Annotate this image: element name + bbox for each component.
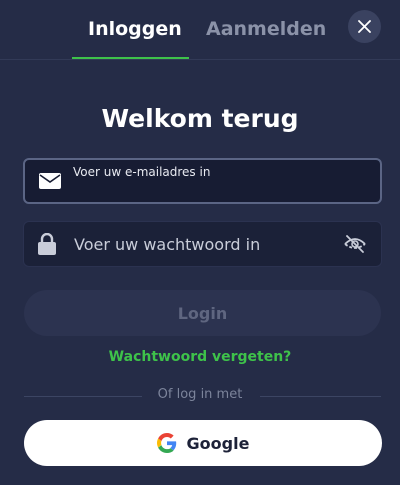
tab-register[interactable]: Aanmelden (206, 18, 326, 40)
page-title: Welkom terug (101, 104, 299, 133)
close-button[interactable] (348, 10, 381, 43)
password-input[interactable] (74, 222, 354, 266)
email-input[interactable] (73, 160, 353, 184)
google-login-button[interactable]: Google (24, 420, 382, 466)
google-login-label: Google (186, 433, 250, 453)
active-tab-indicator (72, 57, 189, 59)
toggle-password-visibility[interactable] (343, 234, 367, 254)
auth-tabs: Inloggen Aanmelden (0, 0, 400, 60)
login-button[interactable]: Login (24, 290, 381, 336)
mail-icon (39, 173, 61, 189)
tab-login[interactable]: Inloggen (88, 18, 182, 40)
password-field[interactable] (23, 221, 382, 267)
email-field[interactable] (23, 158, 382, 204)
divider-line-right (260, 396, 381, 397)
eye-off-icon (344, 235, 366, 253)
divider-label: Of log in met (157, 387, 243, 402)
forgot-password-link[interactable]: Wachtwoord vergeten? (0, 349, 400, 365)
close-icon (358, 20, 371, 33)
google-icon (156, 433, 176, 453)
lock-icon (38, 233, 56, 255)
